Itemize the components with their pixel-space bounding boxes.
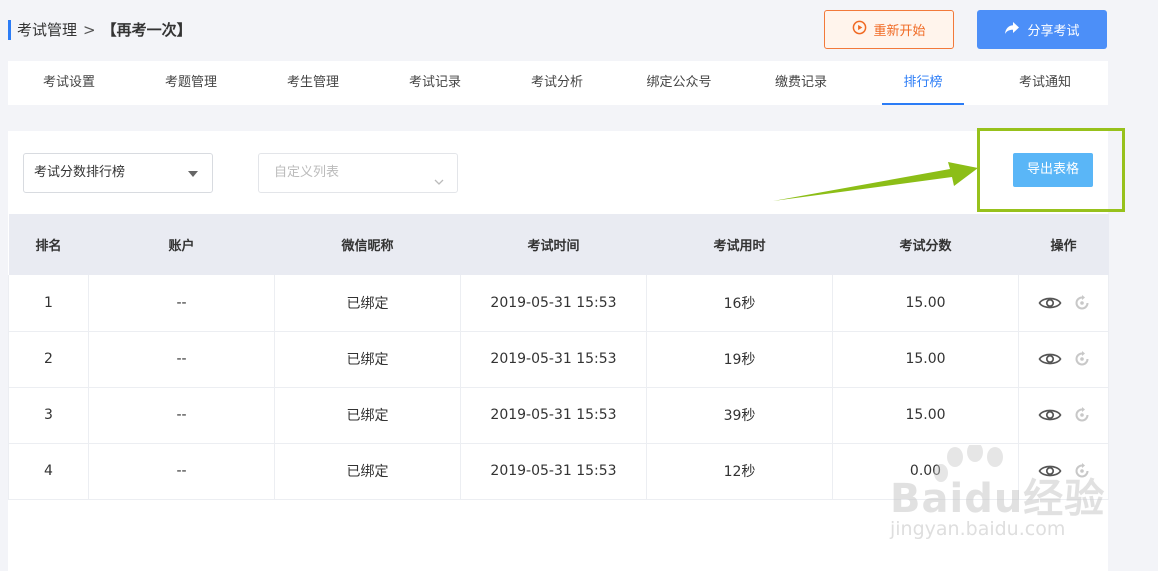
breadcrumb-separator: > xyxy=(83,21,96,39)
cell-rank: 4 xyxy=(8,443,89,500)
watermark-url: jingyan.baidu.com xyxy=(890,518,1066,540)
cell-score: 15.00 xyxy=(832,387,1019,444)
cell-account: -- xyxy=(88,443,275,500)
tab-exam-notice[interactable]: 考试通知 xyxy=(984,61,1106,105)
cell-actions xyxy=(1018,387,1109,444)
chevron-down-icon xyxy=(433,166,445,204)
cell-account: -- xyxy=(88,275,275,332)
restart-label: 重新开始 xyxy=(873,24,926,39)
leaderboard-table: 排名 账户 微信昵称 考试时间 考试用时 考试分数 操作 1 -- 已绑定 20… xyxy=(8,214,1109,500)
custom-list-placeholder: 自定义列表 xyxy=(274,165,340,180)
tab-exam-analysis[interactable]: 考试分析 xyxy=(496,61,618,105)
tab-payment-records[interactable]: 缴费记录 xyxy=(740,61,862,105)
cell-duration: 19秒 xyxy=(646,331,833,388)
ranking-type-select[interactable]: 考试分数排行榜 xyxy=(23,153,213,193)
cell-actions xyxy=(1018,275,1109,332)
column-header-wechat-nickname: 微信昵称 xyxy=(274,214,461,275)
table-row: 2 -- 已绑定 2019-05-31 15:53 19秒 15.00 xyxy=(8,331,1109,388)
cell-rank: 2 xyxy=(8,331,89,388)
refresh-icon[interactable] xyxy=(1074,294,1090,311)
cell-exam-time: 2019-05-31 15:53 xyxy=(460,275,647,332)
column-header-duration: 考试用时 xyxy=(646,214,833,275)
restart-icon xyxy=(852,20,867,39)
column-header-score: 考试分数 xyxy=(832,214,1019,275)
column-header-exam-time: 考试时间 xyxy=(460,214,647,275)
cell-exam-time: 2019-05-31 15:53 xyxy=(460,443,647,500)
cell-rank: 3 xyxy=(8,387,89,444)
cell-duration: 39秒 xyxy=(646,387,833,444)
cell-score: 15.00 xyxy=(832,275,1019,332)
column-header-account: 账户 xyxy=(88,214,275,275)
refresh-icon[interactable] xyxy=(1074,351,1090,367)
breadcrumb-current: 【再考一次】 xyxy=(101,21,192,39)
breadcrumb-root[interactable]: 考试管理 xyxy=(17,21,77,39)
export-table-button[interactable]: 导出表格 xyxy=(1013,153,1093,187)
ranking-type-value: 考试分数排行榜 xyxy=(34,165,126,180)
cell-account: -- xyxy=(88,331,275,388)
annotation-arrow xyxy=(773,162,978,201)
cell-wechat-nickname: 已绑定 xyxy=(274,443,461,500)
cell-actions xyxy=(1018,331,1109,388)
eye-icon[interactable] xyxy=(1038,351,1062,367)
tab-question-management[interactable]: 考题管理 xyxy=(130,61,252,105)
eye-icon[interactable] xyxy=(1038,407,1062,423)
page-header: 考试管理 > 【再考一次】 重新开始 分享考试 xyxy=(8,10,1108,50)
share-exam-button[interactable]: 分享考试 xyxy=(977,10,1107,49)
custom-list-select[interactable]: 自定义列表 xyxy=(258,153,458,193)
cell-wechat-nickname: 已绑定 xyxy=(274,387,461,444)
table-row: 3 -- 已绑定 2019-05-31 15:53 39秒 15.00 xyxy=(8,387,1109,444)
tab-exam-records[interactable]: 考试记录 xyxy=(374,61,496,105)
eye-icon[interactable] xyxy=(1038,295,1062,311)
tab-bind-official-account[interactable]: 绑定公众号 xyxy=(618,61,740,105)
cell-score: 15.00 xyxy=(832,331,1019,388)
tab-exam-settings[interactable]: 考试设置 xyxy=(8,61,130,105)
refresh-icon[interactable] xyxy=(1074,407,1090,423)
column-header-rank: 排名 xyxy=(8,214,89,275)
cell-wechat-nickname: 已绑定 xyxy=(274,275,461,332)
tab-candidate-management[interactable]: 考生管理 xyxy=(252,61,374,105)
restart-button[interactable]: 重新开始 xyxy=(824,10,954,49)
caret-down-icon xyxy=(188,171,198,177)
column-header-actions: 操作 xyxy=(1018,214,1109,275)
cell-wechat-nickname: 已绑定 xyxy=(274,331,461,388)
cell-exam-time: 2019-05-31 15:53 xyxy=(460,331,647,388)
cell-duration: 12秒 xyxy=(646,443,833,500)
cell-rank: 1 xyxy=(8,275,89,332)
cell-duration: 16秒 xyxy=(646,275,833,332)
table-header-row: 排名 账户 微信昵称 考试时间 考试用时 考试分数 操作 xyxy=(8,214,1109,275)
share-icon xyxy=(1004,21,1020,39)
tab-bar: 考试设置 考题管理 考生管理 考试记录 考试分析 绑定公众号 缴费记录 排行榜 … xyxy=(8,61,1108,105)
breadcrumb: 考试管理 > 【再考一次】 xyxy=(8,20,192,40)
cell-exam-time: 2019-05-31 15:53 xyxy=(460,387,647,444)
watermark-brand: Baidu经验 xyxy=(890,476,1106,522)
tab-leaderboard[interactable]: 排行榜 xyxy=(862,61,984,105)
table-row: 1 -- 已绑定 2019-05-31 15:53 16秒 15.00 xyxy=(8,275,1109,332)
cell-account: -- xyxy=(88,387,275,444)
share-label: 分享考试 xyxy=(1027,24,1080,39)
